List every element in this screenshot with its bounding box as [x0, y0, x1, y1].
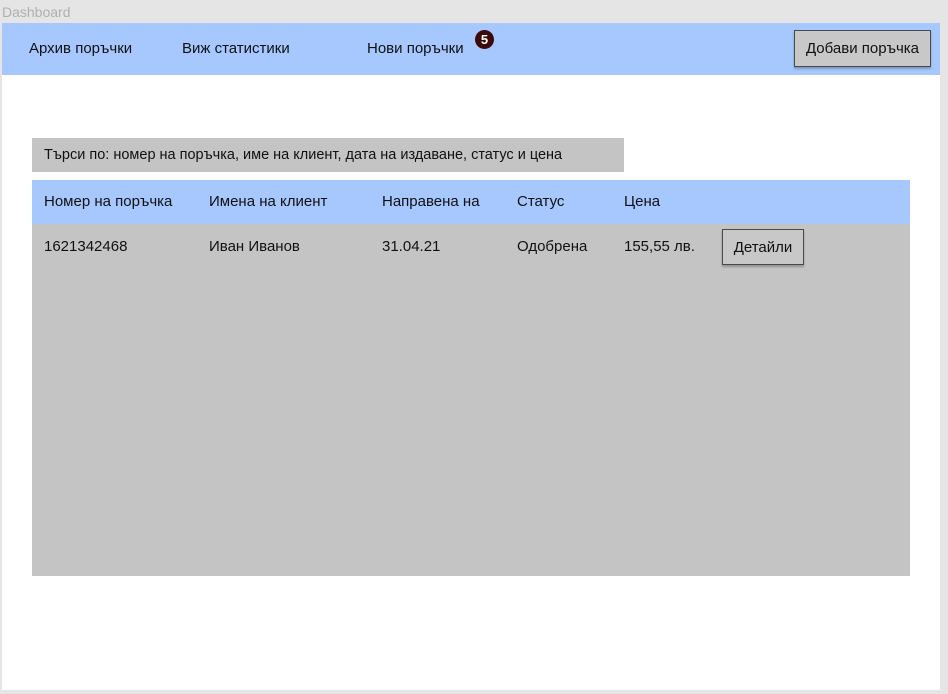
app-frame: Архив поръчки Виж статистики Нови поръчк…	[2, 23, 940, 690]
nav-link-order-archive[interactable]: Архив поръчки	[29, 40, 132, 58]
nav-link-new-orders[interactable]: Нови поръчки	[367, 40, 464, 58]
order-number-cell: 1621342468	[44, 238, 128, 255]
column-header-price: Цена	[624, 193, 661, 210]
status-cell: Одобрена	[517, 238, 588, 255]
column-header-order-number: Номер на поръчка	[44, 193, 173, 210]
column-header-client-name: Имена на клиент	[209, 193, 328, 210]
column-header-date: Направена на	[382, 193, 480, 210]
add-order-button[interactable]: Добави поръчка	[794, 30, 931, 67]
date-cell: 31.04.21	[382, 238, 441, 255]
nav-link-statistics[interactable]: Виж статистики	[182, 40, 290, 58]
orders-table: Номер на поръчка Имена на клиент Направе…	[32, 180, 910, 576]
search-input[interactable]	[32, 138, 624, 172]
window-title: Dashboard	[2, 4, 71, 20]
table-row: 1621342468 Иван Иванов 31.04.21 Одобрена…	[32, 224, 910, 270]
price-cell: 155,55 лв.	[624, 238, 695, 255]
new-orders-count-badge: 5	[475, 30, 494, 49]
details-button[interactable]: Детайли	[722, 229, 804, 265]
top-navbar: Архив поръчки Виж статистики Нови поръчк…	[2, 23, 940, 75]
column-header-status: Статус	[517, 193, 565, 210]
client-name-cell: Иван Иванов	[209, 238, 300, 255]
table-header: Номер на поръчка Имена на клиент Направе…	[32, 180, 910, 224]
